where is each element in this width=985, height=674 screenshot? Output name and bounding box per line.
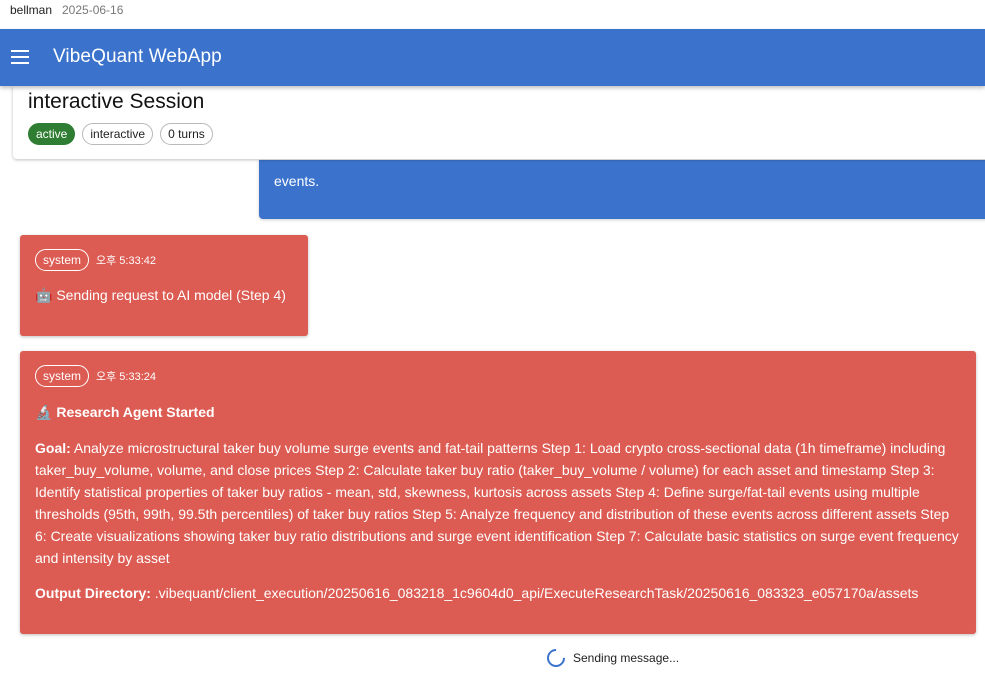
user-message-text: events.	[274, 173, 320, 189]
mode-chip: interactive	[82, 123, 154, 145]
app-title: VibeQuant WebApp	[53, 46, 222, 67]
status-chip-active: active	[28, 123, 76, 145]
message-time: 오후 5:33:24	[96, 371, 157, 383]
message-meta: system 오후 5:33:42	[35, 249, 156, 271]
loading-spinner-icon	[543, 645, 569, 671]
sending-indicator: Sending message...	[543, 645, 680, 671]
role-chip: system	[35, 365, 90, 387]
goal-text: Goal: Analyze microstructural taker buy …	[35, 437, 960, 569]
app-bar: VibeQuant WebApp	[0, 29, 985, 86]
user-message-bubble: events.	[259, 160, 985, 219]
session-title: interactive Session	[28, 90, 205, 113]
date-label: 2025-06-16	[62, 3, 124, 17]
microscope-icon: 🔬	[35, 405, 53, 421]
menu-icon[interactable]	[11, 50, 29, 64]
output-path: .vibequant/client_execution/20250616_083…	[154, 585, 919, 601]
message-text: 🤖 Sending request to AI model (Step 4)	[35, 287, 286, 304]
robot-icon: 🤖	[35, 288, 53, 304]
output-directory: Output Directory: .vibequant/client_exec…	[35, 585, 965, 601]
session-chips: active interactive 0 turns	[28, 123, 213, 145]
goal-label: Goal:	[35, 440, 71, 456]
message-time: 오후 5:33:42	[96, 255, 157, 267]
session-header: interactive Session active interactive 0…	[13, 86, 985, 159]
turns-chip: 0 turns	[160, 123, 213, 145]
message-body: Sending request to AI model (Step 4)	[56, 287, 286, 303]
os-top-strip: bellman 2025-06-16	[0, 0, 985, 29]
system-message-card: system 오후 5:33:24 🔬 Research Agent Start…	[20, 351, 976, 634]
system-message-card: system 오후 5:33:42 🤖 Sending request to A…	[20, 235, 308, 336]
message-meta: system 오후 5:33:24	[35, 365, 156, 387]
message-title-text: Research Agent Started	[56, 404, 215, 420]
goal-body: Analyze microstructural taker buy volume…	[35, 440, 959, 566]
role-chip: system	[35, 249, 90, 271]
message-title: 🔬 Research Agent Started	[35, 404, 215, 421]
username-label: bellman	[10, 3, 53, 17]
sending-text: Sending message...	[573, 651, 680, 665]
output-label: Output Directory:	[35, 585, 151, 601]
